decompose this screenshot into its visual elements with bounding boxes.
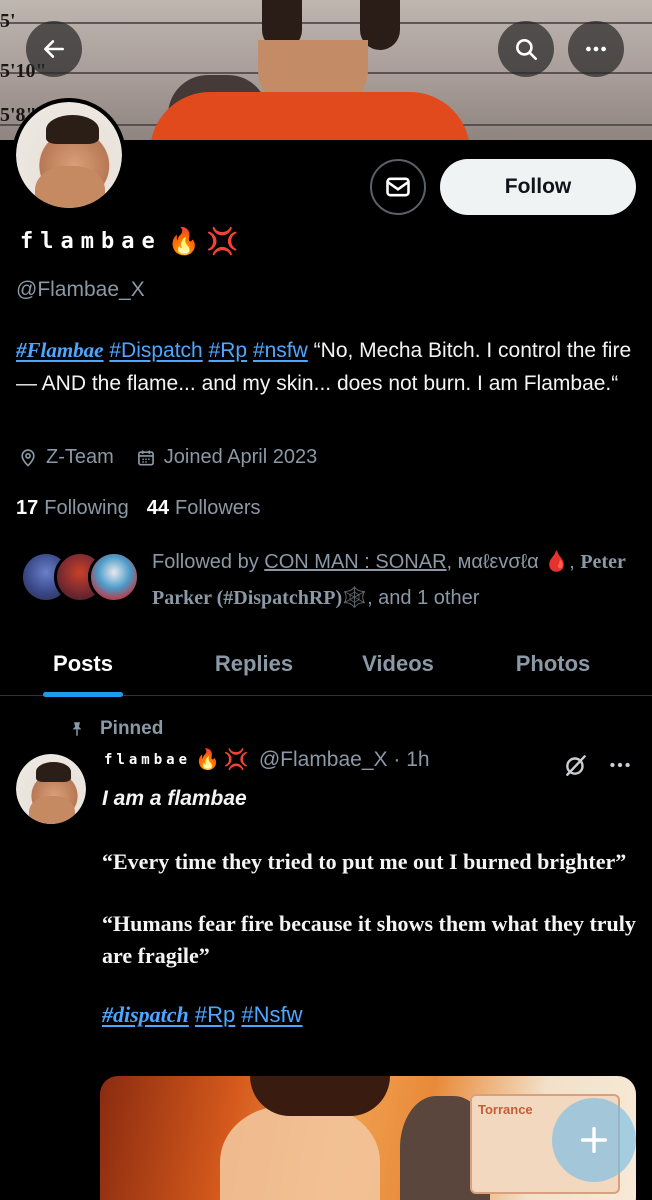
post-author-name[interactable]: flambae [104, 752, 191, 768]
location-text: Z-Team [46, 446, 114, 468]
fire-emoji: 🔥 [167, 226, 201, 256]
hashtag-link[interactable]: #nsfw [253, 339, 308, 362]
post-hashtags: #dispatch #Rp #Nsfw [102, 1002, 638, 1028]
banner-figure-shirt [150, 92, 470, 140]
post-avatar[interactable] [16, 754, 86, 824]
calendar-icon [137, 450, 154, 465]
hashtag-link[interactable]: #Rp [195, 1002, 235, 1027]
joined-text: Joined April 2023 [163, 446, 318, 468]
pinned-label: Pinned [68, 718, 163, 740]
profile-meta: Z-Team Joined April 2023 [18, 446, 339, 469]
tab-photos[interactable]: Photos [454, 632, 652, 695]
tab-replies[interactable]: Replies [166, 632, 342, 695]
display-name-text: flambae [20, 228, 162, 254]
post-handle-time[interactable]: @Flambae_X · 1h [259, 748, 430, 772]
post-actions [563, 752, 633, 778]
followed-by-avatars[interactable] [20, 551, 140, 603]
hashtag-link[interactable]: #Nsfw [241, 1002, 302, 1027]
anger-emoji: 💢 [223, 749, 249, 771]
post-text: I am a flambae “Every time they tried to… [102, 784, 638, 1028]
tab-posts[interactable]: Posts [0, 632, 166, 697]
hashtag-link[interactable]: #dispatch [102, 1002, 189, 1027]
following-link[interactable]: 17 Following [16, 497, 129, 520]
anger-emoji: 💢 [206, 226, 239, 256]
post-quote: “Every time they tried to put me out I b… [102, 849, 627, 874]
more-horizontal-icon[interactable] [607, 752, 633, 778]
follow-button[interactable]: Follow [440, 159, 636, 215]
search-button[interactable] [498, 21, 554, 77]
back-button[interactable] [26, 21, 82, 77]
more-horizontal-icon [586, 46, 606, 52]
location-pin-icon [21, 448, 35, 467]
media-figure-hair [250, 1076, 390, 1116]
grok-icon[interactable] [563, 752, 589, 778]
profile-bio: #Flambae #Dispatch #Rp #nsfw “No, Mecha … [16, 334, 636, 400]
follow-counts: 17 Following 44 Followers [16, 497, 279, 520]
arrow-left-icon [44, 40, 64, 58]
hashtag-link[interactable]: #Dispatch [109, 339, 202, 362]
avatar [88, 551, 140, 603]
post-quote: “Humans fear fire because it shows them … [102, 911, 636, 968]
more-button[interactable] [568, 21, 624, 77]
hashtag-link[interactable]: #Flambae [16, 338, 104, 362]
pin-icon [72, 722, 82, 736]
fire-emoji: 🔥 [195, 749, 220, 771]
mail-icon [386, 177, 410, 197]
tab-videos[interactable]: Videos [342, 632, 454, 695]
followed-by-text[interactable]: Followed by CON MAN : SONAR, мαℓεvσℓα 🩸,… [152, 544, 642, 616]
compose-button[interactable] [552, 1098, 636, 1182]
message-button[interactable] [370, 159, 426, 215]
active-tab-indicator [43, 692, 123, 697]
post-header: flambae 🔥 💢 @Flambae_X · 1h [104, 748, 430, 772]
search-icon [516, 39, 538, 61]
profile-avatar[interactable] [12, 98, 126, 212]
media-figure-face [220, 1106, 380, 1200]
height-mark: 5' [0, 10, 16, 32]
plus-icon [580, 1126, 608, 1154]
profile-handle: @Flambae_X [16, 278, 145, 301]
followers-link[interactable]: 44 Followers [147, 497, 261, 520]
display-name: flambae 🔥 💢 [20, 228, 238, 254]
post-line: I am a flambae [102, 787, 247, 810]
profile-tabs: Posts Replies Videos Photos [0, 632, 652, 697]
hashtag-link[interactable]: #Rp [209, 339, 248, 362]
height-line [0, 22, 652, 24]
